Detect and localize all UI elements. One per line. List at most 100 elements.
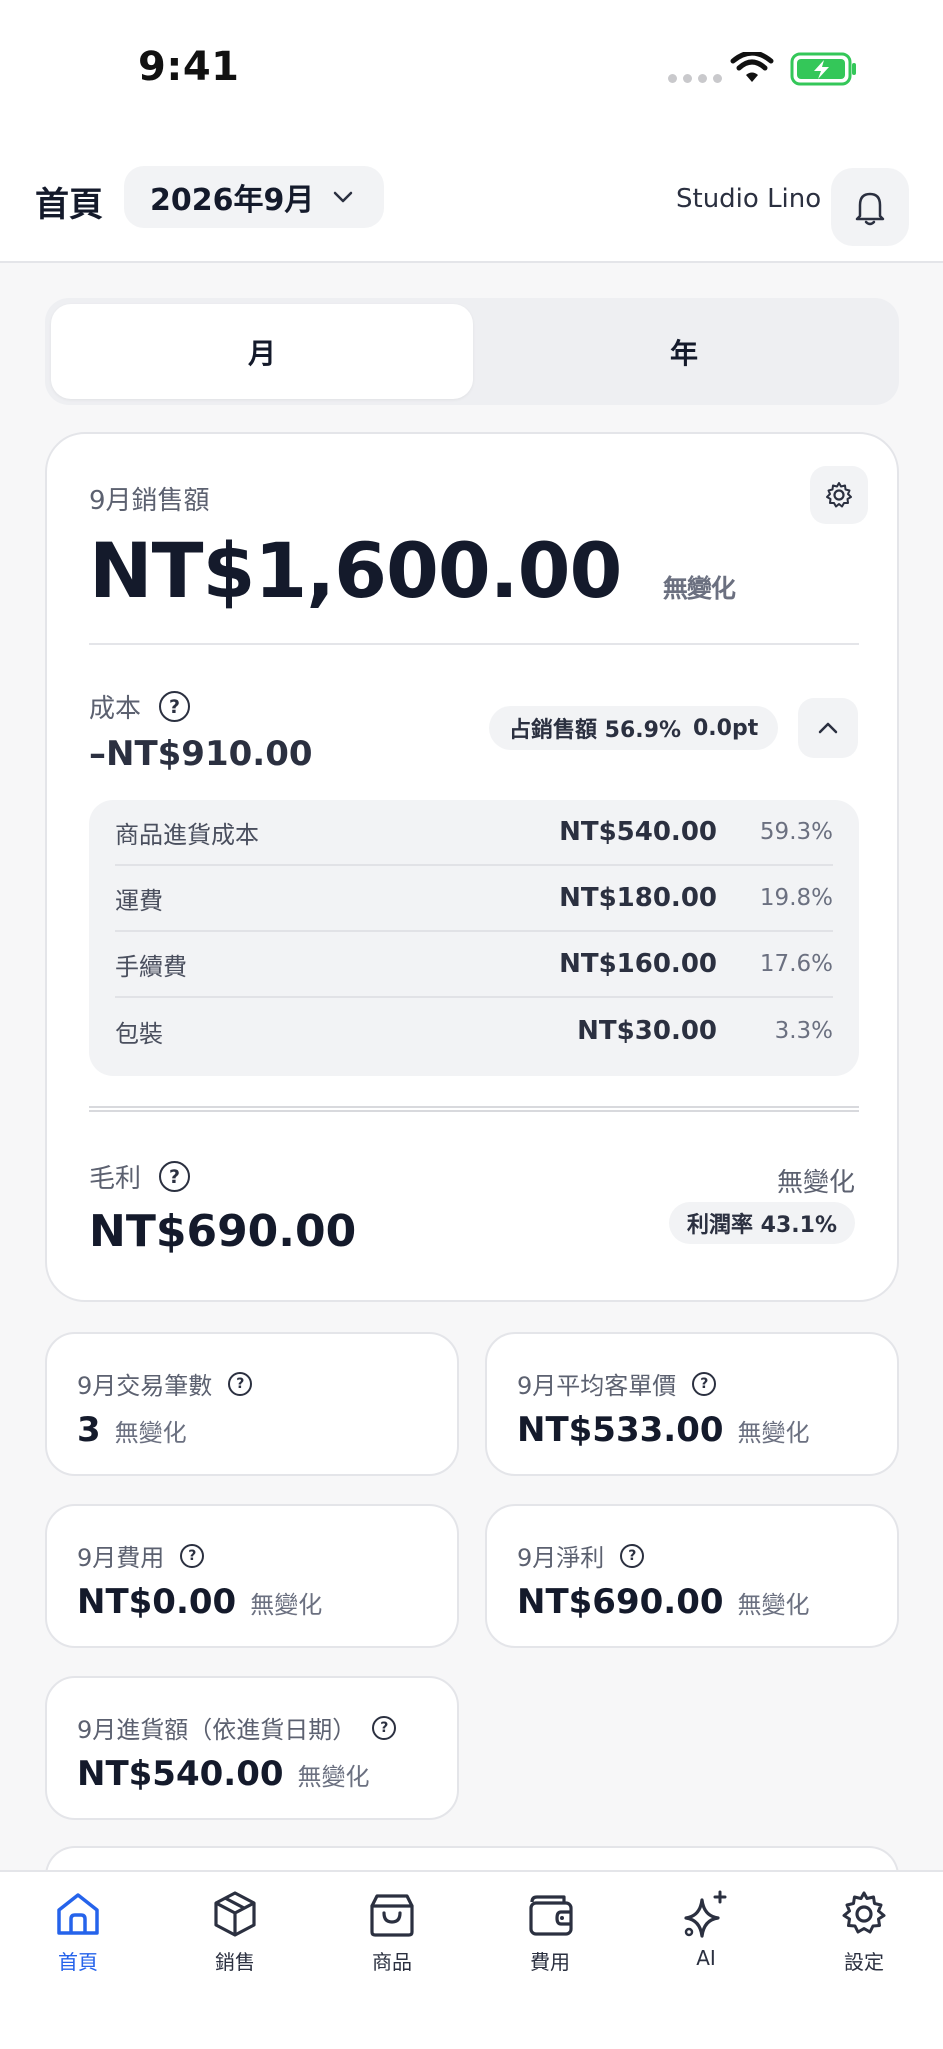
sparkle-icon: [684, 1890, 727, 1938]
bell-icon: [855, 192, 885, 226]
shop-name[interactable]: Studio Lino: [676, 184, 821, 214]
tab-products[interactable]: 商品: [332, 1888, 452, 1975]
cost-row: 包裝 NT$30.00 3.3%: [115, 998, 833, 1064]
stat-label-row: 9月交易筆數 ?: [77, 1366, 253, 1401]
stat-change: 無變化: [737, 1419, 810, 1447]
segment-year[interactable]: 年: [473, 304, 895, 399]
stat-value-row: NT$0.00 無變化: [77, 1582, 322, 1622]
cost-ratio-label: 占銷售額 56.9%: [509, 718, 681, 743]
stat-card-expenses[interactable]: 9月費用 ? NT$0.00 無變化: [45, 1504, 459, 1648]
stat-value-row: 3 無變化: [77, 1410, 187, 1450]
bag-icon: [370, 1894, 414, 1937]
tab-label: 商品: [372, 1950, 412, 1974]
stat-value: NT$533.00: [517, 1410, 724, 1450]
gross-profit-change: 無變化: [776, 1168, 855, 1198]
cost-item-name: 商品進貨成本: [115, 820, 259, 849]
help-icon[interactable]: ?: [159, 691, 191, 722]
app-header: 首頁 2026年9月 Studio Lino: [0, 140, 943, 263]
tab-label: 首頁: [58, 1950, 98, 1974]
status-bar: 9:41: [0, 0, 943, 140]
cost-item-amount: NT$180.00: [559, 883, 717, 913]
cost-breakdown-table: 商品進貨成本 NT$540.00 59.3% 運費 NT$180.00 19.8…: [89, 800, 859, 1076]
sales-value: NT$1,600.00 無變化: [89, 526, 736, 615]
help-icon[interactable]: ?: [372, 1715, 397, 1740]
cost-label: 成本: [89, 694, 142, 724]
sales-summary-card: 9月銷售額 NT$1,600.00 無變化 成本 ? –NT$910.00 占銷…: [45, 432, 899, 1302]
month-selector-label: 2026年9月: [150, 183, 315, 218]
sales-change: 無變化: [662, 574, 736, 603]
period-segmented-control: 月 年: [45, 298, 899, 405]
stat-change: 無變化: [250, 1591, 323, 1619]
bottom-tab-bar: 首頁 銷售 商品 費用 AI 設定: [0, 1870, 943, 2049]
cost-item-amount: NT$30.00: [577, 1016, 717, 1046]
tab-settings[interactable]: 設定: [804, 1888, 924, 1975]
stat-label: 9月平均客單價: [517, 1372, 677, 1400]
help-icon[interactable]: ?: [180, 1543, 205, 1568]
gear-icon: [842, 1891, 886, 1934]
tab-sales[interactable]: 銷售: [175, 1888, 295, 1975]
tab-label: AI: [696, 1946, 716, 1970]
cost-item-amount: NT$160.00: [559, 949, 717, 979]
tab-label: 費用: [530, 1950, 570, 1974]
stat-label: 9月費用: [77, 1544, 165, 1572]
notifications-button[interactable]: [831, 168, 909, 246]
stat-change: 無變化: [114, 1419, 187, 1447]
stat-label: 9月交易筆數: [77, 1372, 213, 1400]
card-settings-button[interactable]: [810, 466, 868, 524]
stat-card-transactions[interactable]: 9月交易筆數 ? 3 無變化: [45, 1332, 459, 1476]
page-title: 首頁: [35, 185, 103, 225]
help-icon[interactable]: ?: [692, 1371, 717, 1396]
stat-change: 無變化: [297, 1763, 370, 1791]
help-icon[interactable]: ?: [228, 1371, 253, 1396]
wifi-icon: [730, 52, 774, 82]
stat-card-net-profit[interactable]: 9月淨利 ? NT$690.00 無變化: [485, 1504, 899, 1648]
stat-label-row: 9月淨利 ?: [517, 1538, 645, 1573]
battery-icon: [790, 52, 856, 86]
sales-amount: NT$1,600.00: [89, 526, 622, 615]
gross-profit-label-row: 毛利 ?: [89, 1158, 191, 1195]
divider: [89, 643, 859, 645]
status-time: 9:41: [138, 44, 240, 90]
stat-label-row: 9月平均客單價 ?: [517, 1366, 717, 1401]
tab-home[interactable]: 首頁: [18, 1888, 138, 1975]
stat-value-row: NT$690.00 無變化: [517, 1582, 810, 1622]
collapse-cost-button[interactable]: [798, 698, 858, 758]
help-icon[interactable]: ?: [620, 1543, 645, 1568]
stat-label-row: 9月進貨額（依進貨日期） ?: [77, 1710, 397, 1745]
cost-item-percent: 19.8%: [759, 885, 833, 911]
wallet-icon: [529, 1895, 573, 1936]
stat-value-row: NT$533.00 無變化: [517, 1410, 810, 1450]
tab-ai[interactable]: AI: [646, 1888, 766, 1970]
stat-value: NT$540.00: [77, 1754, 284, 1794]
cost-value: –NT$910.00: [89, 734, 313, 774]
profit-margin-badge: 利潤率 43.1%: [669, 1202, 855, 1244]
tab-label: 設定: [844, 1950, 884, 1974]
cost-label-row: 成本 ?: [89, 688, 191, 725]
tab-expenses[interactable]: 費用: [490, 1888, 610, 1975]
stat-label: 9月淨利: [517, 1544, 605, 1572]
stat-value: NT$690.00: [517, 1582, 724, 1622]
month-selector[interactable]: 2026年9月: [124, 166, 385, 228]
cost-row: 手續費 NT$160.00 17.6%: [115, 932, 833, 998]
cost-item-percent: 59.3%: [759, 819, 833, 845]
cost-item-name: 手續費: [115, 952, 187, 981]
stat-label: 9月進貨額（依進貨日期）: [77, 1716, 357, 1744]
help-icon[interactable]: ?: [159, 1161, 191, 1192]
gross-profit-label: 毛利: [89, 1164, 142, 1194]
cost-item-name: 包裝: [115, 1019, 163, 1048]
cost-item-amount: NT$540.00: [559, 817, 717, 847]
cost-ratio-delta: 0.0pt: [692, 715, 759, 741]
stat-label-row: 9月費用 ?: [77, 1538, 205, 1573]
cost-item-percent: 17.6%: [759, 951, 833, 977]
cost-item-percent: 3.3%: [774, 1018, 833, 1044]
home-icon: [57, 1893, 99, 1935]
chevron-down-icon: [334, 191, 353, 203]
cost-item-name: 運費: [115, 886, 163, 915]
segment-month[interactable]: 月: [51, 304, 473, 399]
cost-row: 商品進貨成本 NT$540.00 59.3%: [115, 800, 833, 866]
chevron-up-icon: [818, 722, 838, 734]
gear-icon: [826, 482, 852, 508]
stat-card-average-order[interactable]: 9月平均客單價 ? NT$533.00 無變化: [485, 1332, 899, 1476]
tab-label: 銷售: [215, 1950, 255, 1974]
stat-card-purchases[interactable]: 9月進貨額（依進貨日期） ? NT$540.00 無變化: [45, 1676, 459, 1820]
